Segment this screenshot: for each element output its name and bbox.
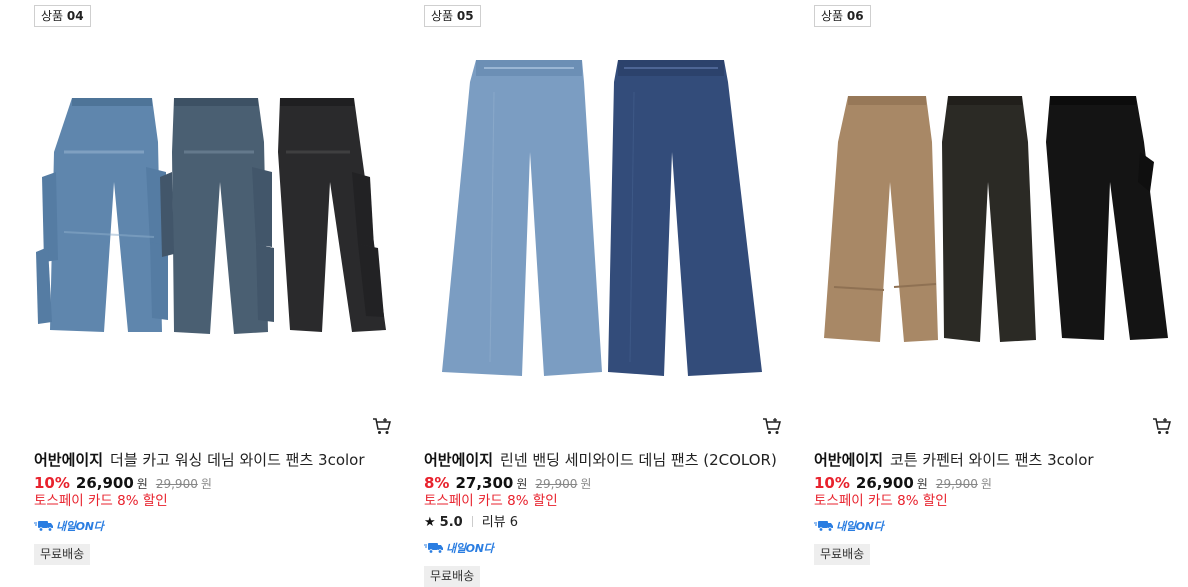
- product-image[interactable]: [424, 32, 784, 412]
- free-shipping-badge: 무료배송: [814, 544, 871, 565]
- product-card[interactable]: 상품 06 어반에이지 코튼 카펜터 와이드 팬츠 3color 10% 26,…: [814, 0, 1174, 580]
- cargo-denim-pants-image: [36, 98, 386, 334]
- free-shipping-badge: 무료배송: [424, 566, 481, 587]
- currency-label: 원: [516, 477, 528, 491]
- cart-icon[interactable]: [1152, 417, 1172, 435]
- next-day-delivery-badge: 내일ON다: [424, 541, 494, 555]
- currency-label: 원: [136, 477, 148, 491]
- rating-row[interactable]: ★ 5.0 리뷰 6: [424, 515, 518, 531]
- divider: [471, 516, 473, 527]
- product-name[interactable]: 린넨 밴딩 세미와이드 데님 팬츠 (2COLOR): [500, 451, 777, 469]
- price-row: 8% 27,300 원 29,900 원: [424, 474, 591, 493]
- original-currency-label: 원: [580, 477, 592, 491]
- price-row: 10% 26,900 원 29,900 원: [34, 474, 212, 493]
- cart-icon[interactable]: [762, 417, 782, 435]
- product-number-tag: 상품 05: [424, 5, 481, 27]
- review-count[interactable]: 리뷰 6: [482, 515, 518, 530]
- brand-name[interactable]: 어반에이지: [424, 451, 493, 469]
- card-promo-text: 토스페이 카드 8% 할인: [34, 493, 168, 509]
- currency-label: 원: [916, 477, 928, 491]
- original-price: 29,900: [935, 477, 978, 491]
- sale-price: 27,300: [455, 474, 514, 492]
- discount-rate: 10%: [814, 474, 850, 492]
- delivery-truck-icon: [814, 521, 833, 532]
- product-title[interactable]: 어반에이지 코튼 카펜터 와이드 팬츠 3color: [814, 451, 1174, 469]
- delivery-truck-icon: [34, 521, 53, 532]
- price-row: 10% 26,900 원 29,900 원: [814, 474, 992, 493]
- product-image[interactable]: [34, 32, 394, 412]
- product-number-tag: 상품 06: [814, 5, 871, 27]
- cart-icon[interactable]: [372, 417, 392, 435]
- carpenter-pants-image: [824, 96, 1168, 342]
- linen-denim-pants-image: [442, 60, 762, 376]
- brand-name[interactable]: 어반에이지: [34, 451, 103, 469]
- product-name[interactable]: 더블 카고 워싱 데님 와이드 팬츠 3color: [110, 451, 365, 469]
- original-price: 29,900: [155, 477, 198, 491]
- sale-price: 26,900: [75, 474, 134, 492]
- delivery-truck-icon: [424, 543, 443, 554]
- star-icon: ★: [424, 515, 436, 530]
- product-title[interactable]: 어반에이지 린넨 밴딩 세미와이드 데님 팬츠 (2COLOR): [424, 451, 784, 469]
- original-currency-label: 원: [980, 477, 992, 491]
- original-price: 29,900: [535, 477, 578, 491]
- discount-rate: 10%: [34, 474, 70, 492]
- product-name[interactable]: 코튼 카펜터 와이드 팬츠 3color: [890, 451, 1094, 469]
- brand-name[interactable]: 어반에이지: [814, 451, 883, 469]
- product-card[interactable]: 상품 04 어반에이지 더블 카고 워싱 데님 와이드 팬츠 3color 10…: [34, 0, 394, 580]
- card-promo-text: 토스페이 카드 8% 할인: [424, 493, 558, 509]
- sale-price: 26,900: [855, 474, 914, 492]
- free-shipping-badge: 무료배송: [34, 544, 91, 565]
- rating-score: 5.0: [439, 515, 463, 530]
- next-day-delivery-badge: 내일ON다: [814, 519, 884, 533]
- original-currency-label: 원: [200, 477, 212, 491]
- product-card[interactable]: 상품 05 어반에이지 린넨 밴딩 세미와이드 데님 팬츠 (2COLOR) 8…: [424, 0, 784, 587]
- next-day-delivery-badge: 내일ON다: [34, 519, 104, 533]
- product-title[interactable]: 어반에이지 더블 카고 워싱 데님 와이드 팬츠 3color: [34, 451, 394, 469]
- product-image[interactable]: [814, 32, 1174, 412]
- product-number-tag: 상품 04: [34, 5, 91, 27]
- discount-rate: 8%: [424, 474, 450, 492]
- card-promo-text: 토스페이 카드 8% 할인: [814, 493, 948, 509]
